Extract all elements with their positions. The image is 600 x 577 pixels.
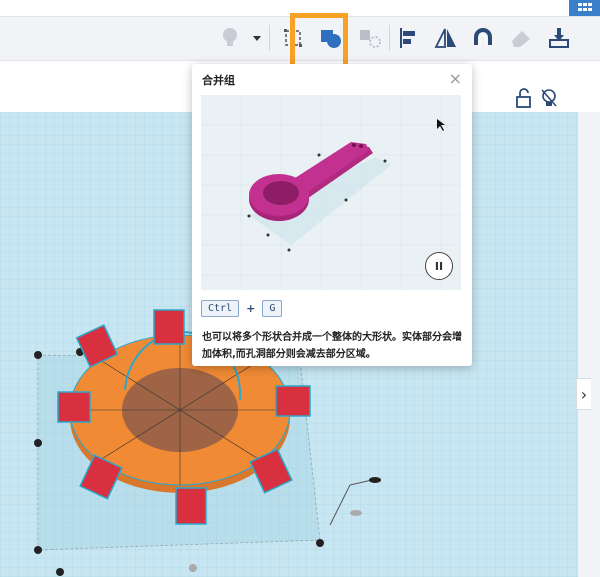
pause-button[interactable]: II [425, 252, 453, 280]
merge-button-highlight [290, 13, 348, 70]
tooltip-title: 合并组 [202, 74, 235, 87]
shortcut-plus: + [246, 302, 256, 315]
expand-panel-button[interactable]: › [576, 378, 591, 410]
keyboard-shortcut: Ctrl + G [201, 300, 283, 317]
close-icon[interactable]: × [449, 69, 462, 88]
tooltip-preview: II [201, 95, 461, 290]
tooltip-description: 也可以将多个形状合并成一个整体的大形状。实体部分会增加体积,而孔洞部分则会减去部… [202, 332, 462, 360]
chevron-right-icon: › [580, 384, 588, 404]
spoon-animation [201, 95, 461, 290]
shortcut-key-g: G [262, 300, 283, 317]
merge-tooltip: 合并组 × II Ctrl + G 也可以将多个形状合并成一个整体的大形状。实体… [192, 64, 472, 366]
shortcut-key-ctrl: Ctrl [201, 300, 240, 317]
